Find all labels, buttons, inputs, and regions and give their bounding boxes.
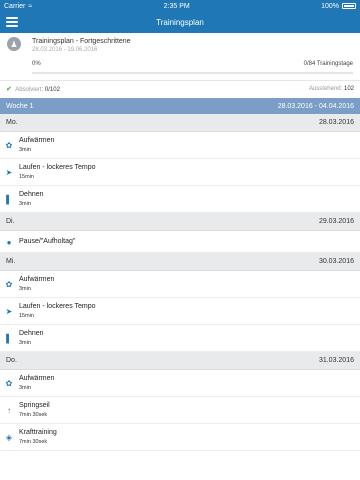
exercise-duration: 3min [19, 201, 31, 207]
exercise-title: Laufen - lockeres Tempo [19, 164, 96, 171]
nav-bar: Trainingsplan [0, 12, 360, 33]
day-header: Mi. 30.03.2016 [0, 253, 360, 271]
stats-row: ✔ Absolviert: 0/102 Ausstehend: 102 [0, 80, 360, 96]
week-header: Woche 1 28.03.2016 - 04.04.2016 [0, 98, 360, 114]
day-label: Do. [6, 357, 17, 364]
rest-icon: ● [6, 237, 12, 247]
exercise-title: Pause/"Aufholtag" [19, 238, 76, 245]
exercise-duration: 3min [19, 286, 31, 292]
exercise-duration: 3min [19, 340, 31, 346]
running-icon: ➤ [5, 306, 13, 316]
day-date: 30.03.2016 [318, 258, 354, 265]
strength-icon: ◈ [5, 432, 13, 442]
exercise-title: Springseil [19, 402, 50, 409]
exercise-title: Laufen - lockeres Tempo [19, 303, 96, 310]
done-value: 0/102 [44, 86, 60, 93]
exercise-item[interactable]: ➤ Laufen - lockeres Tempo 15min [0, 159, 360, 186]
exercise-item[interactable]: ✿ Aufwärmen 3min [0, 132, 360, 159]
exercise-item[interactable]: ▌ Dehnen 3min [0, 186, 360, 213]
plan-dates: 28.03.2016 - 19.06.2016 [32, 47, 98, 53]
exercise-item[interactable]: ✿ Aufwärmen 3min [0, 271, 360, 298]
exercise-duration: 3min [19, 385, 31, 391]
open-value: 102 [343, 85, 354, 92]
exercise-duration: 15min [19, 313, 34, 319]
day-date: 31.03.2016 [318, 357, 354, 364]
exercise-item[interactable]: ✿ Aufwärmen 3min [0, 370, 360, 397]
exercise-title: Aufwärmen [19, 137, 55, 144]
day-label: Mo. [6, 119, 18, 126]
day-date: 29.03.2016 [318, 218, 354, 225]
day-label: Mi. [6, 258, 16, 265]
exercise-duration: 7min 30sek [19, 412, 48, 418]
plan-name: Trainingsplan - Fortgeschrittene [32, 38, 131, 45]
exercise-item[interactable]: ◈ Krafttraining 7min 30sek [0, 424, 360, 451]
exercise-title: Dehnen [19, 330, 44, 337]
day-header: Do. 31.03.2016 [0, 352, 360, 370]
menu-icon[interactable] [6, 17, 18, 27]
carrier-label: Carrier [4, 2, 26, 10]
warmup-icon: ✿ [5, 279, 13, 289]
wifi-icon: ≈ [28, 2, 33, 10]
stretching-icon: ▌ [6, 194, 12, 204]
checkmark-icon: ✔ [6, 85, 12, 93]
status-time: 2:35 PM [163, 2, 190, 10]
status-bar: Carrier ≈ 2:35 PM 100% [0, 0, 360, 12]
day-header: Di. 29.03.2016 [0, 213, 360, 231]
exercise-title: Krafttraining [19, 429, 57, 436]
exercise-item[interactable]: ➤ Laufen - lockeres Tempo 15min [0, 298, 360, 325]
warmup-icon: ✿ [5, 378, 13, 388]
exercise-item[interactable]: ▌ Dehnen 3min [0, 325, 360, 352]
training-list: Mo. 28.03.2016 ✿ Aufwärmen 3min ➤ Laufen - loc… [0, 114, 360, 451]
exercise-item[interactable]: ● Pause/"Aufholtag" [0, 231, 360, 253]
day-label: Di. [6, 218, 15, 225]
running-icon: ➤ [5, 167, 13, 177]
exercise-duration: 7min 30sek [19, 439, 48, 445]
week-label: Woche 1 [6, 102, 34, 110]
plan-avatar-icon: ♟ [7, 37, 21, 51]
exercise-item[interactable]: ↑ Springseil 7min 30sek [0, 397, 360, 424]
week-range: 28.03.2016 - 04.04.2016 [277, 102, 354, 110]
day-header: Mo. 28.03.2016 [0, 114, 360, 132]
plan-summary[interactable]: ♟ Trainingsplan - Fortgeschrittene 28.03… [0, 33, 360, 80]
battery-percent: 100% [321, 2, 339, 10]
plan-percent: 0% [32, 61, 41, 67]
exercise-title: Aufwärmen [19, 276, 55, 283]
battery-icon [342, 3, 356, 9]
exercise-duration: 15min [19, 174, 34, 180]
plan-progress-bar [32, 72, 353, 74]
done-label: Absolviert: [15, 86, 44, 93]
page-title: Trainingsplan [156, 18, 204, 27]
plan-days: 0/84 Trainingstage [303, 61, 353, 67]
stretching-icon: ▌ [6, 333, 12, 343]
warmup-icon: ✿ [5, 140, 13, 150]
jumprope-icon: ↑ [7, 405, 11, 415]
day-date: 28.03.2016 [318, 119, 354, 126]
open-label: Ausstehend: [308, 85, 343, 92]
exercise-duration: 3min [19, 147, 31, 153]
exercise-title: Dehnen [19, 191, 44, 198]
exercise-title: Aufwärmen [19, 375, 55, 382]
